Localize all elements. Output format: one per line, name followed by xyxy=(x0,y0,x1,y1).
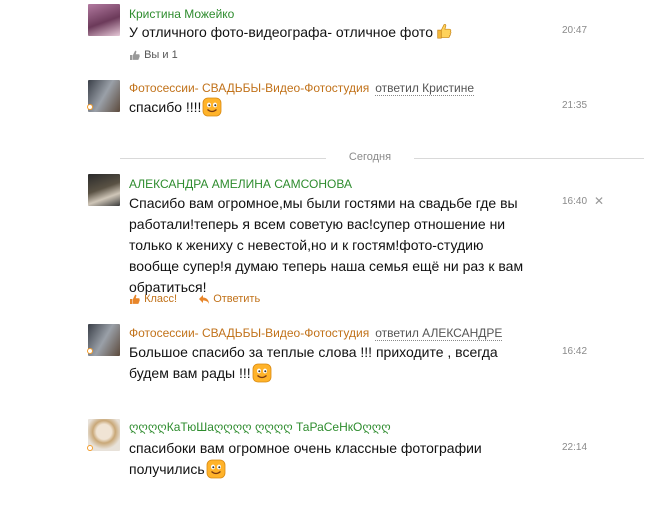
comment-author[interactable]: Фотосессии- СВАДЬБЫ-Видео-Фотостудия отве… xyxy=(129,326,503,341)
reply-arrow-icon xyxy=(199,294,210,304)
date-divider: Сегодня xyxy=(120,151,644,163)
comment-text: Большое спасибо за теплые слова !!! прих… xyxy=(129,344,498,383)
comment-actions: Класс! Ответить xyxy=(129,293,260,305)
online-status-icon xyxy=(87,104,93,110)
reply-button[interactable]: Ответить xyxy=(198,293,260,305)
online-status-icon xyxy=(87,445,93,451)
comment-author[interactable]: ღღღღКаТюШаღღღღ ღღღღ ТаРаСеНкОღღღ xyxy=(129,420,391,434)
divider-label: Сегодня xyxy=(340,151,400,163)
avatar[interactable] xyxy=(88,4,120,36)
smile-icon xyxy=(206,459,226,479)
thumbs-up-icon xyxy=(437,23,452,39)
comment-time: 16:40 xyxy=(562,196,588,207)
divider-line-right xyxy=(414,158,644,159)
like-icon xyxy=(130,50,140,60)
close-icon[interactable]: ✕ xyxy=(594,194,604,208)
comment-author[interactable]: Кристина Можейко xyxy=(129,7,234,21)
comment-text: У отличного фото-видеографа- отличное фо… xyxy=(129,22,454,43)
like-button[interactable]: Класс! xyxy=(129,293,180,305)
replied-to-link[interactable]: ответил АЛЕКСАНДРЕ xyxy=(375,326,503,341)
comment-author[interactable]: Фотосессии- СВАДЬБЫ-Видео-Фотостудия отве… xyxy=(129,81,475,96)
comment-text: Спасибо вам огромное,мы были гостями на … xyxy=(129,195,524,295)
smile-icon xyxy=(203,97,222,117)
like-icon xyxy=(130,294,140,304)
online-status-icon xyxy=(87,348,93,354)
likes-summary[interactable]: Вы и 1 xyxy=(129,49,178,61)
comment-time: 22:14 xyxy=(562,442,588,453)
comment-time: 20:47 xyxy=(562,25,588,36)
divider-line-left xyxy=(120,158,326,159)
avatar[interactable] xyxy=(88,174,120,206)
comment-author[interactable]: АЛЕКСАНДРА АМЕЛИНА САМСОНОВА xyxy=(129,177,352,191)
smile-icon xyxy=(252,363,272,383)
comment-time: 21:35 xyxy=(562,100,588,111)
comment-text: спасибо !!!! xyxy=(129,97,222,118)
replied-to-link[interactable]: ответил Кристине xyxy=(375,81,475,96)
comment-text: спасибоки вам огромное очень классные фо… xyxy=(129,440,482,479)
comment-time: 16:42 xyxy=(562,346,588,357)
